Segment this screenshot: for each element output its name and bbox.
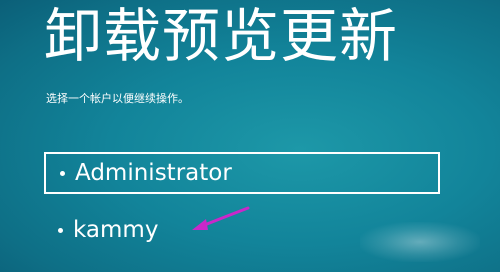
account-list: Administrator kammy — [44, 152, 440, 251]
account-item-administrator[interactable]: Administrator — [44, 152, 440, 194]
page-title: 卸载预览更新 — [44, 2, 399, 70]
account-name: Administrator — [75, 160, 232, 186]
bullet-icon — [58, 227, 63, 233]
account-name: kammy — [73, 217, 159, 243]
instruction-text: 选择一个帐户以便继续操作。 — [46, 92, 189, 105]
bullet-icon — [60, 170, 65, 176]
recovery-screen: 卸载预览更新 选择一个帐户以便继续操作。 Administrator kammy — [0, 0, 500, 272]
arrow-pointer-icon — [192, 206, 250, 230]
